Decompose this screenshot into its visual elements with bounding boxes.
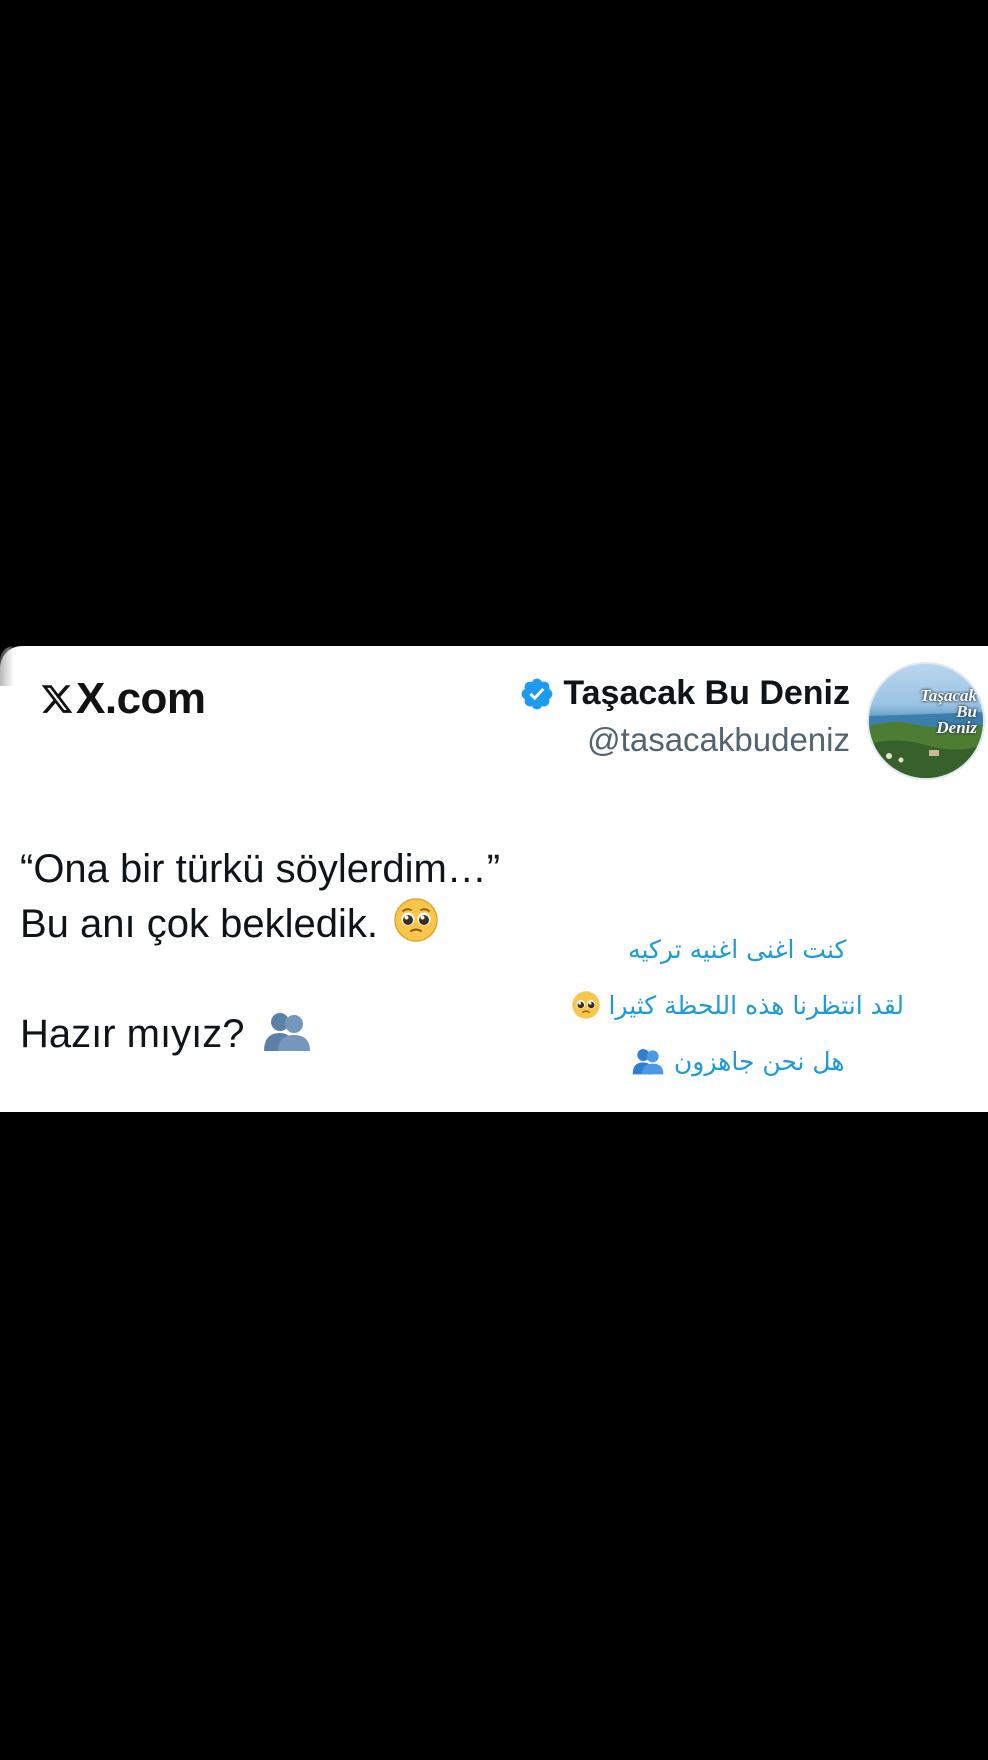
avatar-text: Taşacak Bu Deniz <box>920 686 977 737</box>
pleading-face-emoji <box>394 898 438 942</box>
pleading-face-emoji <box>571 991 600 1019</box>
verified-badge-icon <box>522 678 553 709</box>
arabic-translation: كنت اغنى اغنيه تركيه لقد انتظرنا هذه الل… <box>571 922 904 1090</box>
tweet-line-1: “Ona bir türkü söylerdim…” <box>20 847 501 891</box>
tweet-text: “Ona bir türkü söylerdim…” Bu anı çok be… <box>20 842 500 1062</box>
author-handle[interactable]: @tasacakbudeniz <box>519 721 850 759</box>
avatar[interactable]: Taşacak Bu Deniz <box>867 662 985 780</box>
tweet-line-2: Bu anı çok bekledik. <box>20 897 500 952</box>
tweet-line-3: Hazır mıyız? <box>20 1007 500 1062</box>
translation-line-1: كنت اغنى اغنيه تركيه <box>628 935 847 964</box>
author-name-row: Taşacak Bu Deniz <box>519 674 850 713</box>
site-label-text: X.com <box>76 674 206 723</box>
x-logo-icon <box>41 685 73 713</box>
screen: X.com Taşacak Bu Deniz @tasacakbudeniz T… <box>0 0 988 1760</box>
author-display-name[interactable]: Taşacak Bu Deniz <box>563 674 850 713</box>
busts-in-silhouette-emoji <box>632 1049 664 1075</box>
translation-line-2: لقد انتظرنا هذه اللحظة كثيرا <box>571 978 904 1034</box>
site-label: X.com <box>40 674 206 724</box>
translation-line-3: هل نحن جاهزون <box>571 1034 904 1090</box>
author-block: Taşacak Bu Deniz @tasacakbudeniz <box>519 674 850 759</box>
busts-in-silhouette-emoji <box>263 1013 310 1051</box>
tweet-screenshot-card: X.com Taşacak Bu Deniz @tasacakbudeniz T… <box>0 646 988 1112</box>
